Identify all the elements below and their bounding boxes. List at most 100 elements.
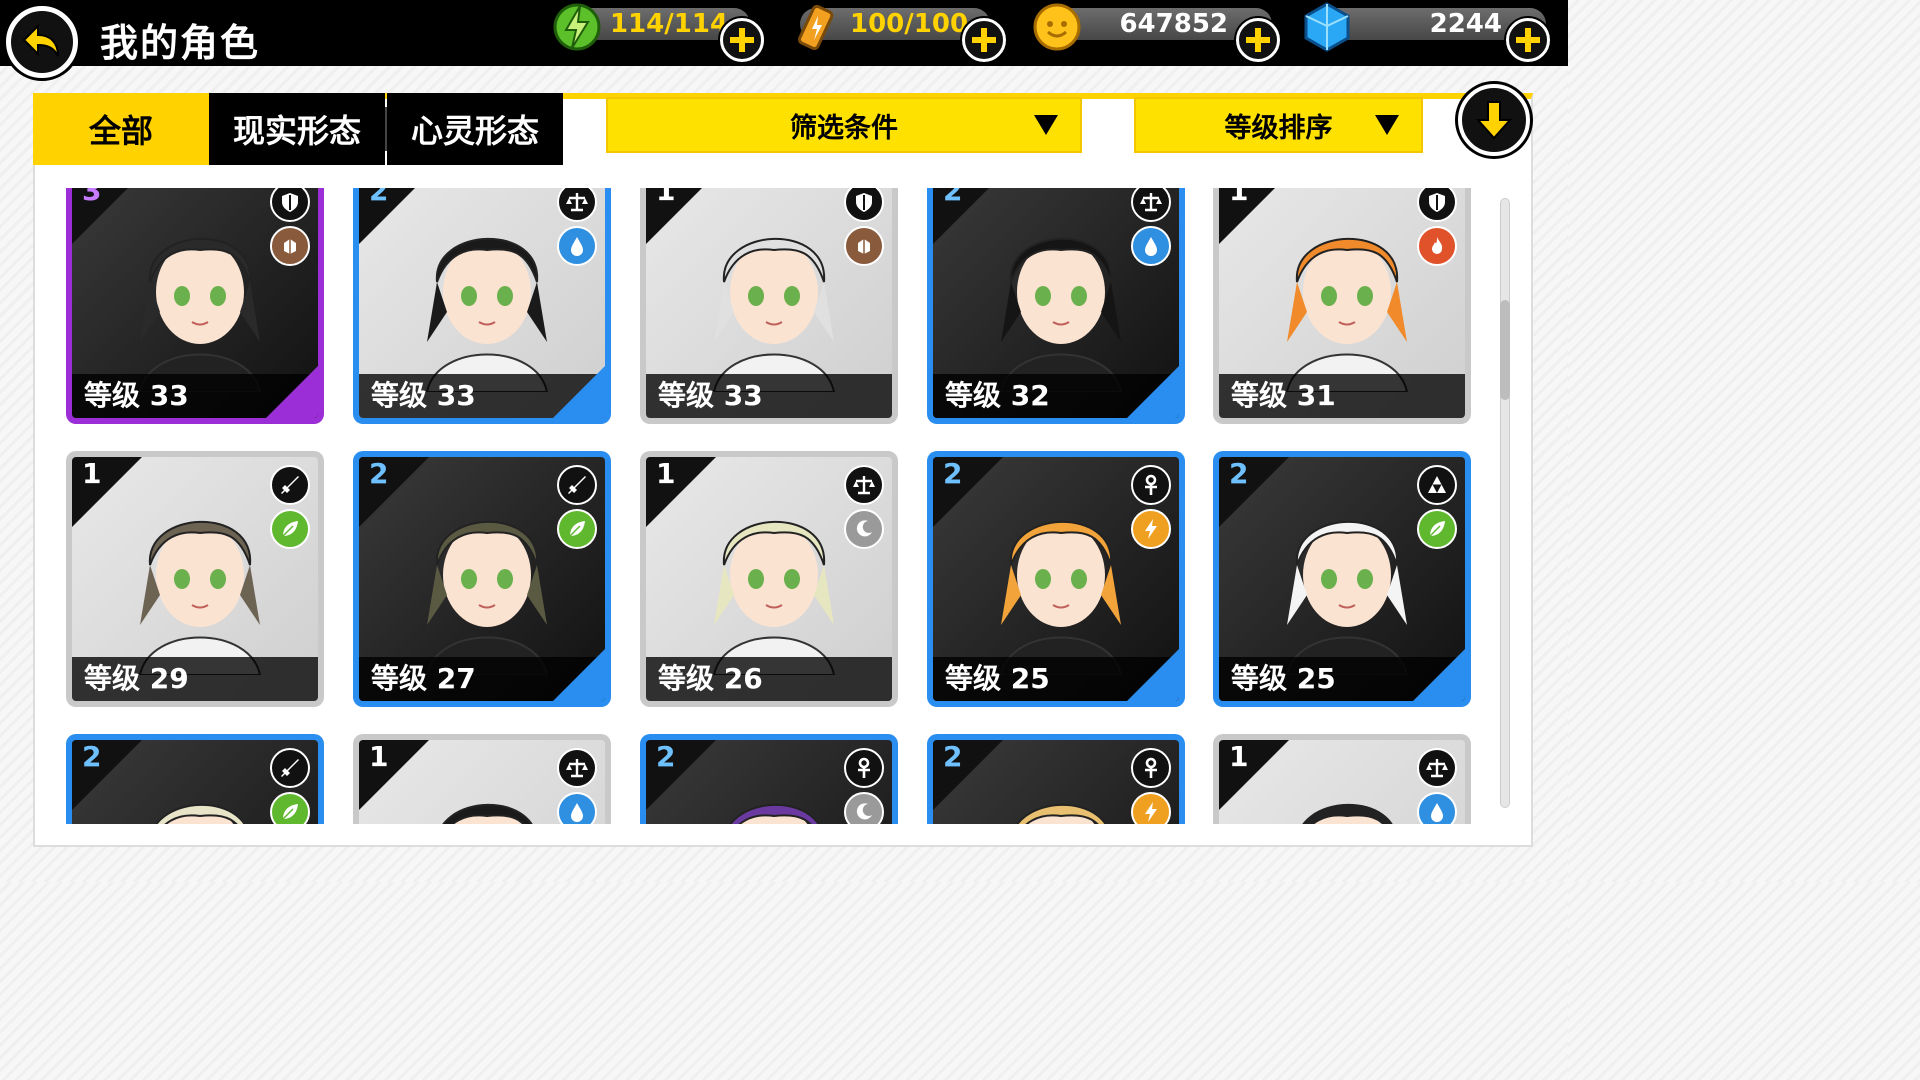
shield-icon xyxy=(856,193,872,212)
water-drop-icon xyxy=(571,237,583,256)
character-portrait xyxy=(138,520,262,675)
character-card-frame: 2 xyxy=(933,740,1179,824)
element-badge xyxy=(270,792,310,824)
rank-number: 2 xyxy=(369,457,389,490)
rank-number: 1 xyxy=(369,740,389,773)
add-coins-button[interactable] xyxy=(1236,18,1280,62)
character-portrait xyxy=(712,520,836,675)
scrollbar-thumb[interactable] xyxy=(1500,300,1510,400)
gem-icon xyxy=(1304,2,1350,52)
character-portrait xyxy=(1285,520,1409,675)
tab-reality-form[interactable]: 现实形态 xyxy=(209,93,385,165)
element-badge xyxy=(557,509,597,549)
coin-icon xyxy=(1033,3,1081,51)
sort-direction-button[interactable] xyxy=(1458,84,1530,156)
back-button[interactable] xyxy=(6,6,78,78)
character-card-frame: 2 等级 27 xyxy=(359,457,605,701)
class-badge xyxy=(270,188,310,222)
rarity-corner xyxy=(1413,366,1465,418)
plus-icon xyxy=(1516,28,1540,52)
add-battery-button[interactable] xyxy=(962,18,1006,62)
ankh-icon xyxy=(1145,757,1157,778)
element-badge xyxy=(1417,509,1457,549)
plus-icon xyxy=(1246,28,1270,52)
character-card[interactable]: 2 xyxy=(66,734,324,824)
class-badge xyxy=(557,188,597,222)
character-card-frame: 1 等级 29 xyxy=(72,457,318,701)
plus-icon xyxy=(972,28,996,52)
sword-icon xyxy=(281,759,299,777)
character-card[interactable]: 1 等级 33 xyxy=(640,188,898,424)
element-badge xyxy=(1417,792,1457,824)
class-badge xyxy=(1131,188,1171,222)
character-card[interactable]: 2 等级 33 xyxy=(353,188,611,424)
dropdown-triangle-icon xyxy=(1034,115,1058,135)
rarity-corner xyxy=(553,366,605,418)
lightning-icon xyxy=(553,3,601,51)
element-badge xyxy=(557,226,597,266)
character-card[interactable]: 2 等级 25 xyxy=(927,451,1185,707)
character-card[interactable]: 1 xyxy=(1213,734,1471,824)
battery-icon xyxy=(797,4,834,51)
rarity-corner xyxy=(840,649,892,701)
balance-icon xyxy=(566,193,588,212)
triforce-icon xyxy=(1428,476,1446,493)
class-badge xyxy=(1417,188,1457,222)
character-portrait xyxy=(155,803,246,824)
element-badge xyxy=(844,509,884,549)
scrollbar-track[interactable] xyxy=(1500,198,1510,808)
filter-dropdown[interactable]: 筛选条件 xyxy=(606,97,1082,153)
add-gems-button[interactable] xyxy=(1506,18,1550,62)
character-card[interactable]: 1 等级 29 xyxy=(66,451,324,707)
tab-spirit-form[interactable]: 心灵形态 xyxy=(387,93,563,165)
character-card[interactable]: 2 xyxy=(927,734,1185,824)
tab-all[interactable]: 全部 xyxy=(33,93,209,165)
character-card[interactable]: 1 等级 31 xyxy=(1213,188,1471,424)
balance-icon xyxy=(853,476,875,495)
class-badge xyxy=(1417,748,1457,788)
rank-number: 2 xyxy=(656,740,676,773)
leaf-icon xyxy=(569,521,585,537)
element-badge xyxy=(270,226,310,266)
sort-dropdown[interactable]: 等级排序 xyxy=(1134,97,1423,153)
rarity-corner xyxy=(266,649,318,701)
back-arrow-icon xyxy=(22,23,59,57)
rarity-corner xyxy=(266,366,318,418)
water-drop-icon xyxy=(1431,803,1443,822)
element-badge xyxy=(270,509,310,549)
character-portrait xyxy=(999,520,1123,675)
shield-icon xyxy=(282,193,298,212)
class-badge xyxy=(1131,465,1171,505)
character-card[interactable]: 2 等级 25 xyxy=(1213,451,1471,707)
character-card[interactable]: 2 xyxy=(640,734,898,824)
sword-icon xyxy=(568,476,586,494)
character-portrait xyxy=(729,803,820,824)
element-badge xyxy=(1131,226,1171,266)
character-card-frame: 1 等级 33 xyxy=(646,188,892,418)
character-portrait xyxy=(1302,803,1393,824)
class-badge xyxy=(844,748,884,788)
character-card[interactable]: 2 等级 27 xyxy=(353,451,611,707)
character-card[interactable]: 2 等级 32 xyxy=(927,188,1185,424)
character-card-frame: 3 等级 33 xyxy=(72,188,318,418)
character-portrait xyxy=(1285,237,1409,392)
element-badge xyxy=(1131,509,1171,549)
leaf-icon xyxy=(1429,521,1445,537)
character-portrait xyxy=(712,237,836,392)
character-card[interactable]: 1 等级 26 xyxy=(640,451,898,707)
ankh-icon xyxy=(1145,474,1157,495)
ankh-icon xyxy=(858,757,870,778)
shield-icon xyxy=(1429,193,1445,212)
sort-label: 等级排序 xyxy=(1224,112,1333,144)
lightning-bolt-icon xyxy=(1145,519,1157,539)
character-card[interactable]: 3 等级 33 xyxy=(66,188,324,424)
character-card-frame: 2 等级 25 xyxy=(933,457,1179,701)
balance-icon xyxy=(1426,759,1448,778)
water-drop-icon xyxy=(571,803,583,822)
element-badge xyxy=(844,226,884,266)
earth-icon xyxy=(284,239,296,254)
character-card[interactable]: 1 xyxy=(353,734,611,824)
rarity-corner xyxy=(1413,649,1465,701)
add-stamina-button[interactable] xyxy=(720,18,764,62)
rarity-corner xyxy=(1127,649,1179,701)
